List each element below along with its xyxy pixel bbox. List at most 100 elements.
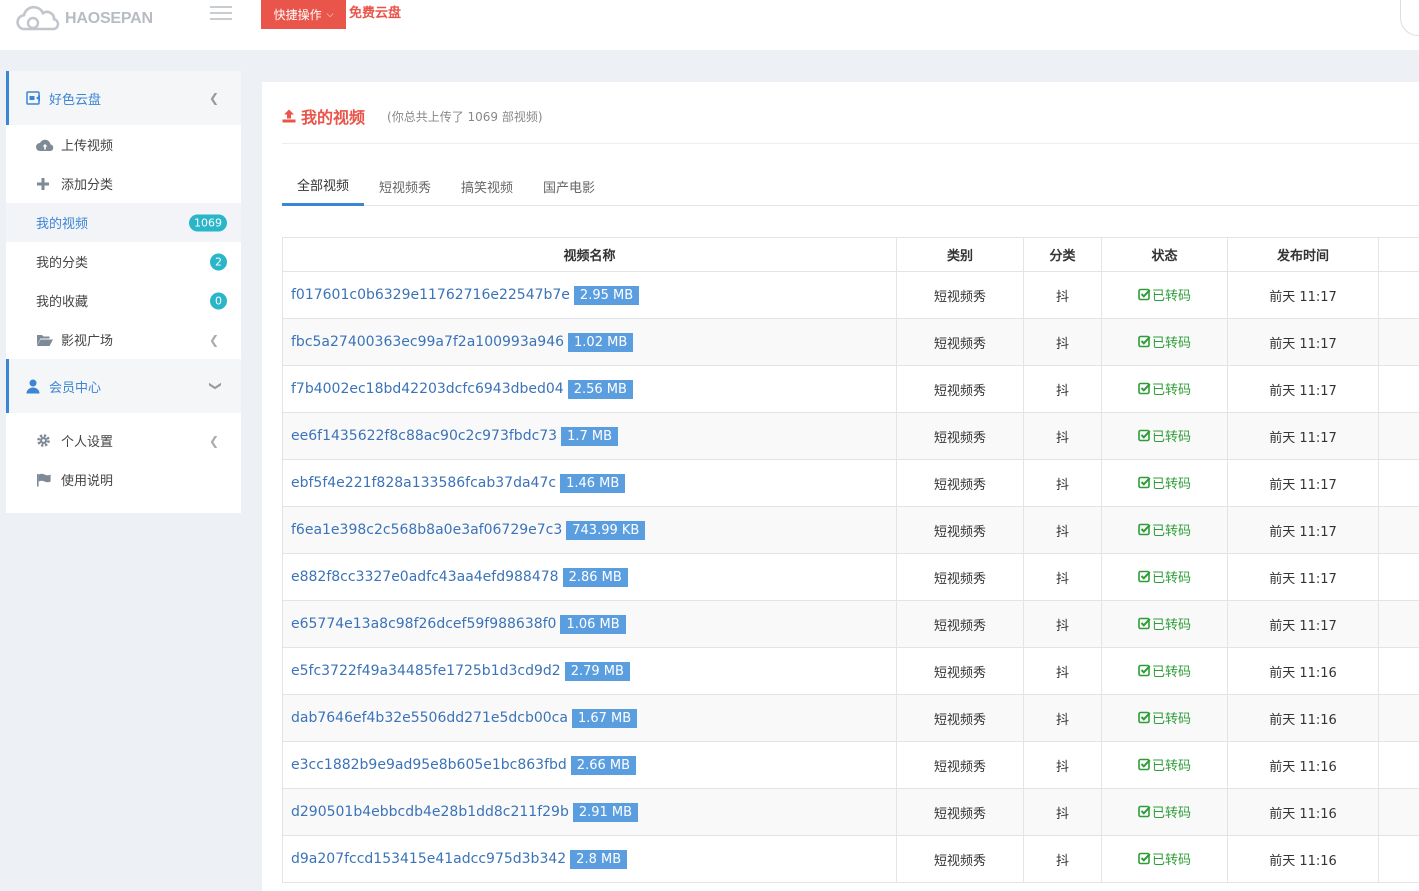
status-badge: 已转码 — [1138, 661, 1191, 680]
column-header-status[interactable]: 状态 — [1101, 237, 1228, 272]
video-name-cell: ee6f1435622f8c88ac90c2c973fbdc73 1.7 MB — [282, 412, 897, 460]
video-name-cell: e5fc3722f49a34485fe1725b1d3cd9d2 2.79 MB — [282, 647, 897, 695]
sidebar-item-upload[interactable]: 上传视频 — [6, 125, 241, 164]
actions-cell — [1378, 412, 1419, 460]
video-type-cell: 短视频秀 — [896, 835, 1024, 883]
sidebar-item-label: 个人设置 — [61, 435, 114, 450]
column-header-type[interactable]: 类别 — [896, 237, 1024, 272]
video-link[interactable]: d9a207fccd153415e41adcc975d3b342 — [291, 851, 566, 867]
status-text: 已转码 — [1151, 806, 1191, 821]
video-link[interactable]: e65774e13a8c98f26dcef59f988638f0 — [291, 616, 556, 632]
sidebar-item-my-categories[interactable]: 我的分类 2 — [6, 242, 241, 281]
actions-cell — [1378, 318, 1419, 366]
video-link[interactable]: d290501b4ebbcdb4e28b1dd8c211f29b — [291, 804, 569, 820]
video-category-cell: 抖 — [1023, 365, 1102, 413]
video-status-cell: 已转码 — [1101, 694, 1228, 742]
video-category-cell: 抖 — [1023, 835, 1102, 883]
video-camera-icon — [26, 91, 42, 105]
video-link[interactable]: f017601c0b6329e11762716e22547b7e — [291, 287, 570, 303]
sidebar-item-label: 我的收藏 — [36, 295, 89, 310]
actions-cell — [1378, 835, 1419, 883]
status-badge: 已转码 — [1138, 332, 1191, 351]
actions-cell — [1378, 647, 1419, 695]
publish-time-cell: 前天 11:17 — [1227, 412, 1379, 460]
column-header-category[interactable]: 分类 — [1023, 237, 1102, 272]
sidebar-item-add-category[interactable]: 添加分类 — [6, 164, 241, 203]
quick-actions-label: 快捷操作 — [273, 8, 322, 22]
video-name-cell: e3cc1882b9e9ad95e8b605e1bc863fbd 2.66 MB — [282, 741, 897, 789]
page-subtitle: (你总共上传了 1069 部视频) — [387, 109, 543, 124]
free-cloud-link[interactable]: 免费云盘 — [349, 2, 401, 21]
logo[interactable]: HAOSEPAN — [15, 4, 153, 34]
video-link[interactable]: f7b4002ec18bd42203dcfc6943dbed04 — [291, 381, 564, 397]
video-category-cell: 抖 — [1023, 318, 1102, 366]
actions-cell — [1378, 741, 1419, 789]
video-type-cell: 短视频秀 — [896, 459, 1024, 507]
column-header-name[interactable]: 视频名称 — [282, 237, 897, 272]
user-avatar-edge[interactable] — [1400, 0, 1419, 36]
video-name-cell: ebf5f4e221f828a133586fcab37da47c 1.46 MB — [282, 459, 897, 507]
video-link[interactable]: e882f8cc3327e0adfc43aa4efd988478 — [291, 569, 559, 585]
status-badge: 已转码 — [1138, 379, 1191, 398]
sidebar-item-label: 添加分类 — [61, 178, 114, 193]
check-square-icon — [1138, 476, 1151, 489]
status-badge: 已转码 — [1138, 426, 1191, 445]
tab-short-videos[interactable]: 短视频秀 — [364, 166, 446, 206]
sidebar-item-instructions[interactable]: 使用说明 — [6, 460, 241, 499]
video-status-cell: 已转码 — [1101, 647, 1228, 695]
check-square-icon — [1138, 335, 1151, 348]
table-row: f6ea1e398c2c568b8a0e3af06729e7c3 743.99 K… — [282, 506, 1419, 554]
sidebar-item-film-square[interactable]: 影视广场 ❮ — [6, 320, 241, 359]
video-link[interactable]: ebf5f4e221f828a133586fcab37da47c — [291, 475, 556, 491]
sidebar-section-cloud[interactable]: 好色云盘 ❮ — [6, 71, 241, 125]
status-text: 已转码 — [1151, 571, 1191, 586]
table-row: d290501b4ebbcdb4e28b1dd8c211f29b 2.91 MB 短… — [282, 788, 1419, 836]
video-tabs: 全部视频 短视频秀 搞笑视频 国产电影 — [282, 166, 1419, 206]
video-type-cell: 短视频秀 — [896, 506, 1024, 554]
actions-cell — [1378, 600, 1419, 648]
sidebar-section-member[interactable]: 会员中心 ❮ — [6, 359, 241, 413]
sidebar-item-label: 上传视频 — [61, 139, 114, 154]
video-link[interactable]: ee6f1435622f8c88ac90c2c973fbdc73 — [291, 428, 557, 444]
video-status-cell: 已转码 — [1101, 600, 1228, 648]
sidebar-item-my-favorites[interactable]: 我的收藏 0 — [6, 281, 241, 320]
video-link[interactable]: fbc5a27400363ec99a7f2a100993a946 — [291, 334, 564, 350]
menu-toggle-icon[interactable] — [210, 6, 232, 20]
check-square-icon — [1138, 523, 1151, 536]
video-type-cell: 短视频秀 — [896, 553, 1024, 601]
video-link[interactable]: e5fc3722f49a34485fe1725b1d3cd9d2 — [291, 663, 561, 679]
check-square-icon — [1138, 758, 1151, 771]
tab-all-videos[interactable]: 全部视频 — [282, 166, 365, 206]
cloud-logo-icon — [16, 5, 60, 31]
status-badge: 已转码 — [1138, 567, 1191, 586]
actions-cell — [1378, 365, 1419, 413]
video-type-cell: 短视频秀 — [896, 741, 1024, 789]
file-size-badge: 2.91 MB — [572, 802, 639, 822]
video-status-cell: 已转码 — [1101, 788, 1228, 836]
video-link[interactable]: dab7646ef4b32e5506dd271e5dcb00ca — [291, 710, 568, 726]
video-category-cell: 抖 — [1023, 459, 1102, 507]
main-panel: 我的视频 (你总共上传了 1069 部视频) 全部视频 短视频秀 搞笑视频 国产… — [262, 82, 1419, 891]
chevron-down-icon: ❮ — [206, 380, 221, 392]
quick-actions-button[interactable]: 快捷操作 ⌵ — [261, 0, 346, 29]
video-link[interactable]: f6ea1e398c2c568b8a0e3af06729e7c3 — [291, 522, 562, 538]
publish-time-cell: 前天 11:16 — [1227, 647, 1379, 695]
status-text: 已转码 — [1151, 853, 1191, 868]
video-category-cell: 抖 — [1023, 741, 1102, 789]
tab-funny-videos[interactable]: 搞笑视频 — [446, 166, 528, 206]
column-header-time[interactable]: 发布时间 — [1227, 237, 1379, 272]
file-size-badge: 1.7 MB — [561, 426, 619, 446]
file-size-badge: 2.95 MB — [573, 285, 640, 305]
video-category-cell: 抖 — [1023, 788, 1102, 836]
check-square-icon — [1138, 711, 1151, 724]
sidebar-item-my-videos[interactable]: 我的视频 1069 — [6, 203, 241, 242]
sidebar-item-settings[interactable]: 个人设置 ❮ — [6, 421, 241, 460]
table-header-row: 视频名称 类别 分类 状态 发布时间 — [282, 237, 1419, 272]
video-status-cell: 已转码 — [1101, 271, 1228, 319]
tab-domestic-movies[interactable]: 国产电影 — [528, 166, 610, 206]
video-link[interactable]: e3cc1882b9e9ad95e8b605e1bc863fbd — [291, 757, 567, 773]
video-type-cell: 短视频秀 — [896, 271, 1024, 319]
status-badge: 已转码 — [1138, 614, 1191, 633]
page-title: 我的视频 (你总共上传了 1069 部视频) — [282, 104, 543, 128]
sidebar-item-label: 影视广场 — [61, 334, 114, 349]
